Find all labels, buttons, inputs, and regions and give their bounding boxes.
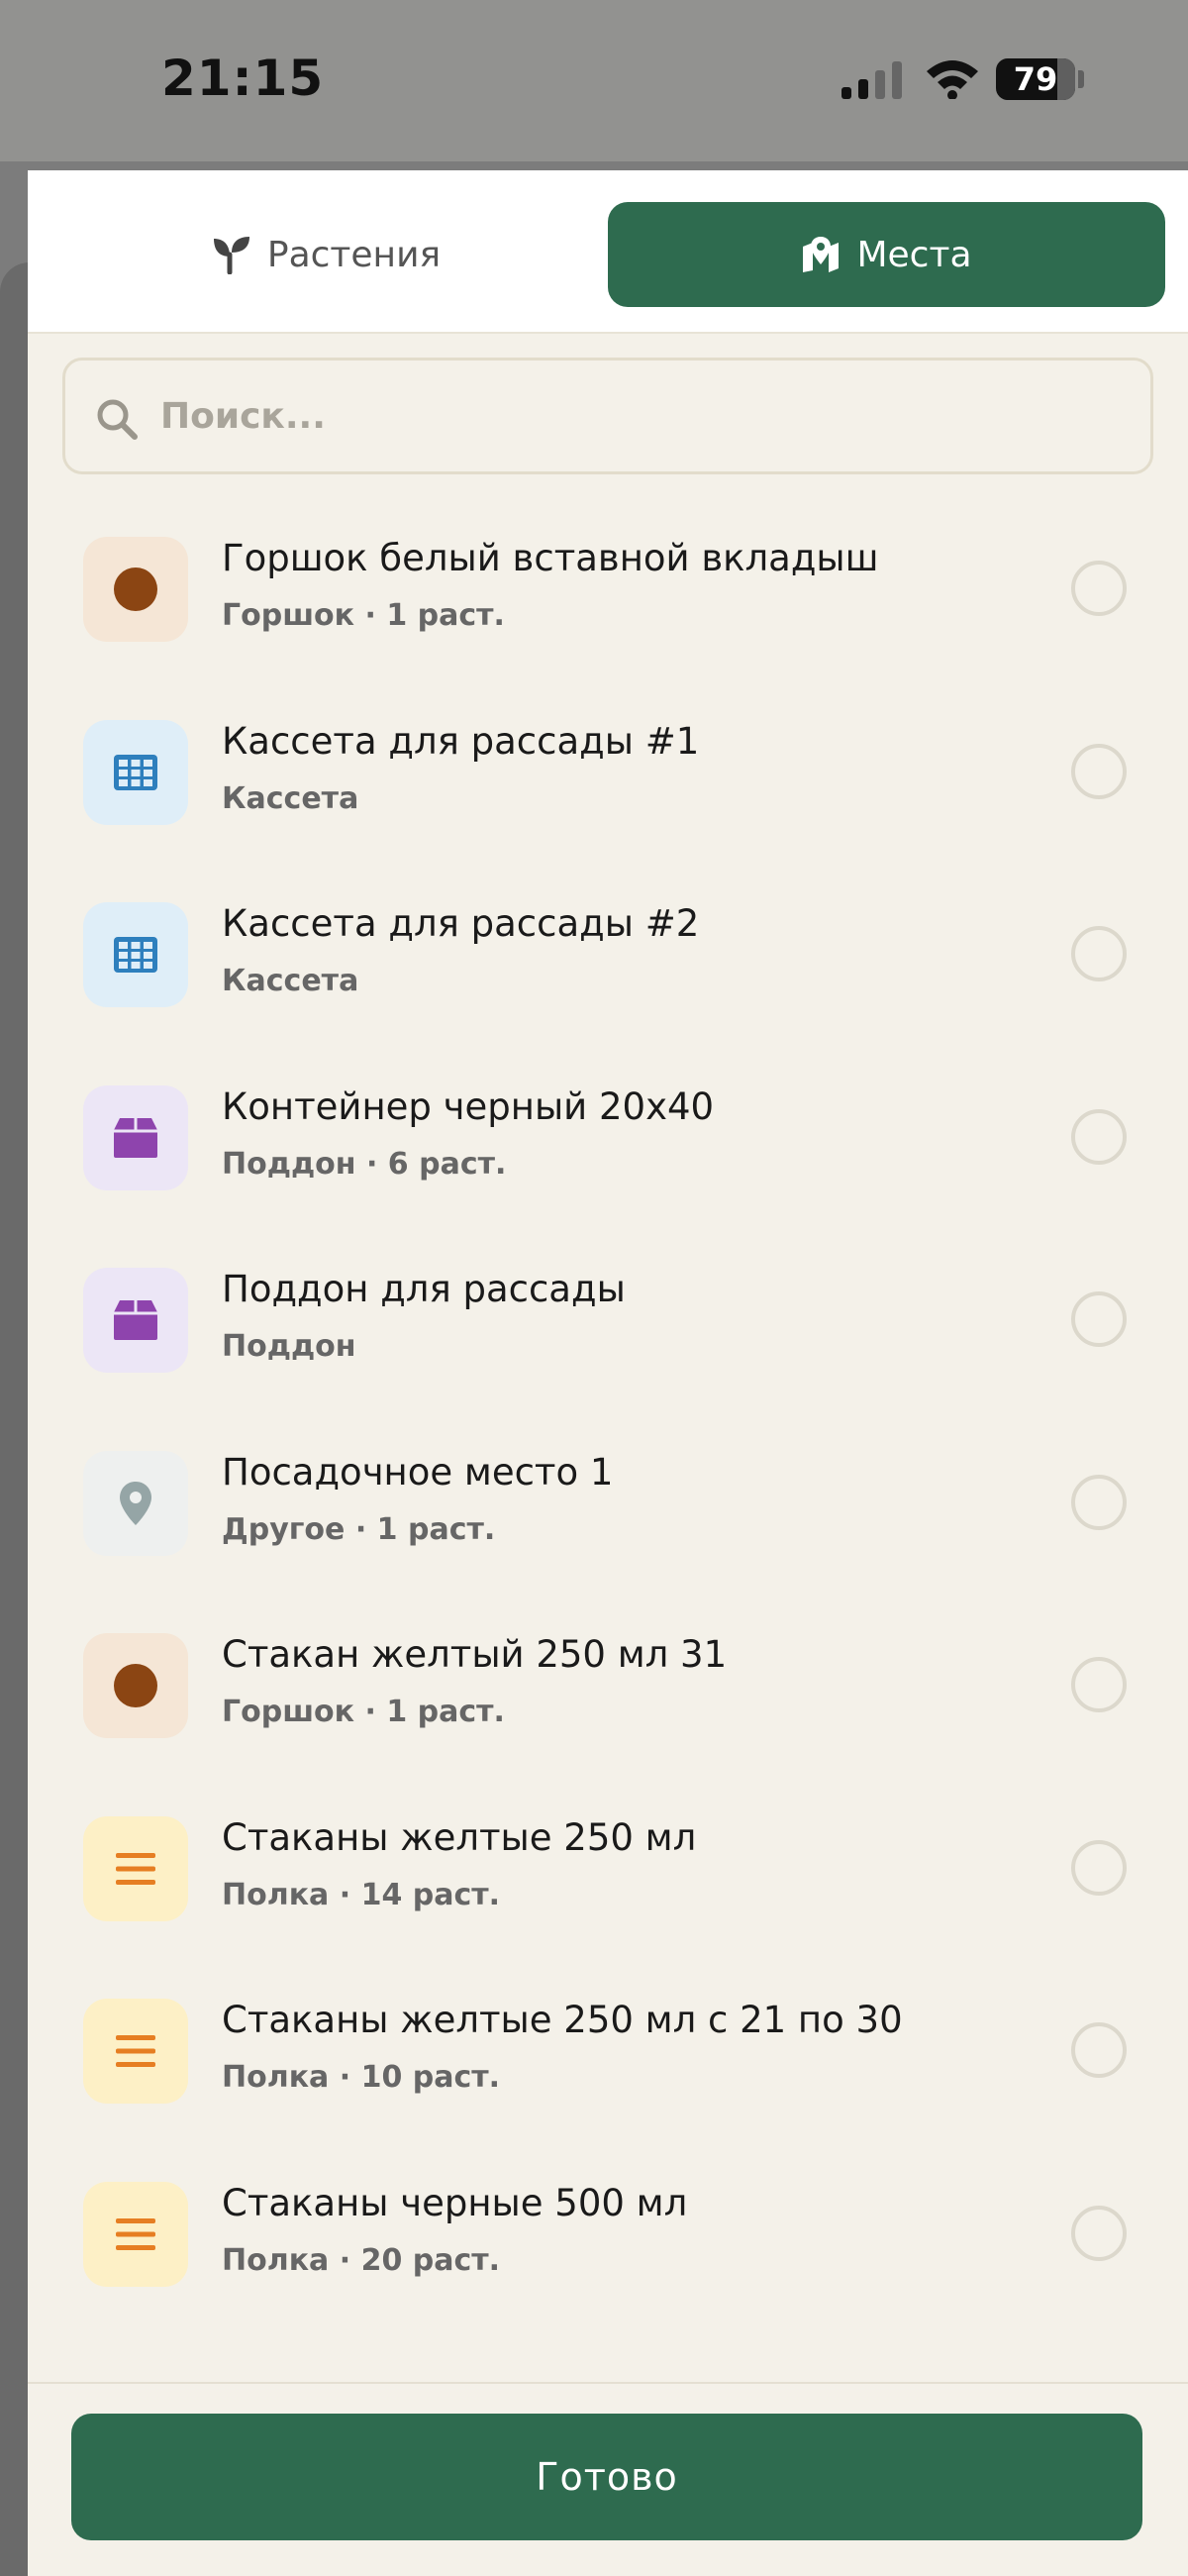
- item-subtitle: Поддон: [222, 1329, 356, 1364]
- item-title: Стаканы желтые 250 мл с 21 по 30: [222, 1999, 903, 2041]
- list-item[interactable]: Поддон для рассады Поддон: [28, 1238, 1188, 1421]
- status-bar: 21:15 79: [0, 0, 1188, 161]
- battery-tip: [1078, 70, 1084, 88]
- list-item[interactable]: Посадочное место 1 Другое · 1 раст.: [28, 1421, 1188, 1604]
- item-title: Стаканы черные 500 мл: [222, 2181, 688, 2224]
- search-box: [62, 358, 1153, 474]
- tab-places-label: Места: [856, 234, 972, 275]
- item-title: Горшок белый вставной вкладыш: [222, 537, 879, 579]
- location-picker-sheet: Растения Места Горшок белый вставной вкл…: [28, 170, 1188, 2576]
- select-radio[interactable]: [1071, 1108, 1127, 1165]
- select-radio[interactable]: [1071, 743, 1127, 799]
- footer: Готово: [28, 2382, 1188, 2576]
- list-item[interactable]: Горшок белый вставной вкладыш Горшок · 1…: [28, 507, 1188, 690]
- search-icon: [97, 399, 138, 440]
- select-radio[interactable]: [1071, 1839, 1127, 1896]
- item-title: Кассета для рассады #1: [222, 719, 700, 763]
- list-item[interactable]: Стаканы желтые 250 мл Полка · 14 раст.: [28, 1787, 1188, 1970]
- shelf-icon: [83, 1815, 188, 1921]
- pot-icon: [83, 1633, 188, 1738]
- sprout-icon: [213, 237, 249, 274]
- list-item[interactable]: Кассета для рассады #1 Кассета: [28, 690, 1188, 874]
- list-item[interactable]: Стаканы черные 500 мл Полка · 20 раст.: [28, 2152, 1188, 2335]
- shelf-icon: [83, 2181, 188, 2287]
- item-title: Кассета для рассады #2: [222, 902, 700, 945]
- wifi-icon: [927, 60, 978, 99]
- item-subtitle: Горшок · 1 раст.: [222, 1695, 505, 1729]
- item-title: Стаканы желтые 250 мл: [222, 1815, 697, 1859]
- list-item[interactable]: Стаканы желтые 250 мл с 21 по 30 Полка ·…: [28, 1969, 1188, 2152]
- box-icon: [83, 1268, 188, 1373]
- grid-icon: [83, 902, 188, 1007]
- list-item[interactable]: Контейнер черный 20х40 Поддон · 6 раст.: [28, 1056, 1188, 1239]
- item-subtitle: Полка · 14 раст.: [222, 1877, 501, 1912]
- item-subtitle: Кассета: [222, 780, 359, 816]
- item-subtitle: Полка · 20 раст.: [222, 2242, 501, 2278]
- map-pin-icon: [803, 237, 840, 272]
- done-button[interactable]: Готово: [71, 2414, 1142, 2540]
- select-radio[interactable]: [1071, 561, 1127, 616]
- list-item[interactable]: Стакан желтый 250 мл 31 Горшок · 1 раст.: [28, 1603, 1188, 1787]
- item-subtitle: Другое · 1 раст.: [222, 1511, 496, 1547]
- item-title: Стакан желтый 250 мл 31: [222, 1633, 728, 1676]
- select-radio[interactable]: [1071, 1474, 1127, 1530]
- item-title: Посадочное место 1: [222, 1450, 614, 1494]
- item-title: Контейнер черный 20х40: [222, 1084, 715, 1128]
- list-item[interactable]: Кассета для рассады #2 Кассета: [28, 873, 1188, 1056]
- tab-plants-label: Растения: [266, 234, 442, 275]
- item-subtitle: Поддон · 6 раст.: [222, 1146, 507, 1182]
- select-radio[interactable]: [1071, 1291, 1127, 1347]
- location-pin-icon: [83, 1450, 188, 1556]
- item-subtitle: Кассета: [222, 964, 359, 998]
- select-radio[interactable]: [1071, 2205, 1127, 2261]
- status-time: 21:15: [161, 50, 325, 107]
- places-list: Горшок белый вставной вкладыш Горшок · 1…: [28, 507, 1188, 2334]
- search-input[interactable]: [160, 380, 1111, 452]
- item-subtitle: Полка · 10 раст.: [222, 2060, 501, 2095]
- item-title: Поддон для рассады: [222, 1268, 626, 1310]
- segment-tabs: Растения Места: [28, 170, 1188, 334]
- tab-plants[interactable]: Растения: [48, 202, 605, 307]
- pot-icon: [83, 537, 188, 642]
- select-radio[interactable]: [1071, 926, 1127, 981]
- grid-icon: [83, 719, 188, 825]
- shelf-icon: [83, 1999, 188, 2104]
- cellular-signal-icon: [842, 61, 902, 99]
- tab-places[interactable]: Места: [608, 202, 1165, 307]
- select-radio[interactable]: [1071, 2022, 1127, 2078]
- select-radio[interactable]: [1071, 1657, 1127, 1712]
- battery-empty-segment: [1057, 58, 1075, 100]
- box-icon: [83, 1084, 188, 1190]
- item-subtitle: Горшок · 1 раст.: [222, 598, 505, 633]
